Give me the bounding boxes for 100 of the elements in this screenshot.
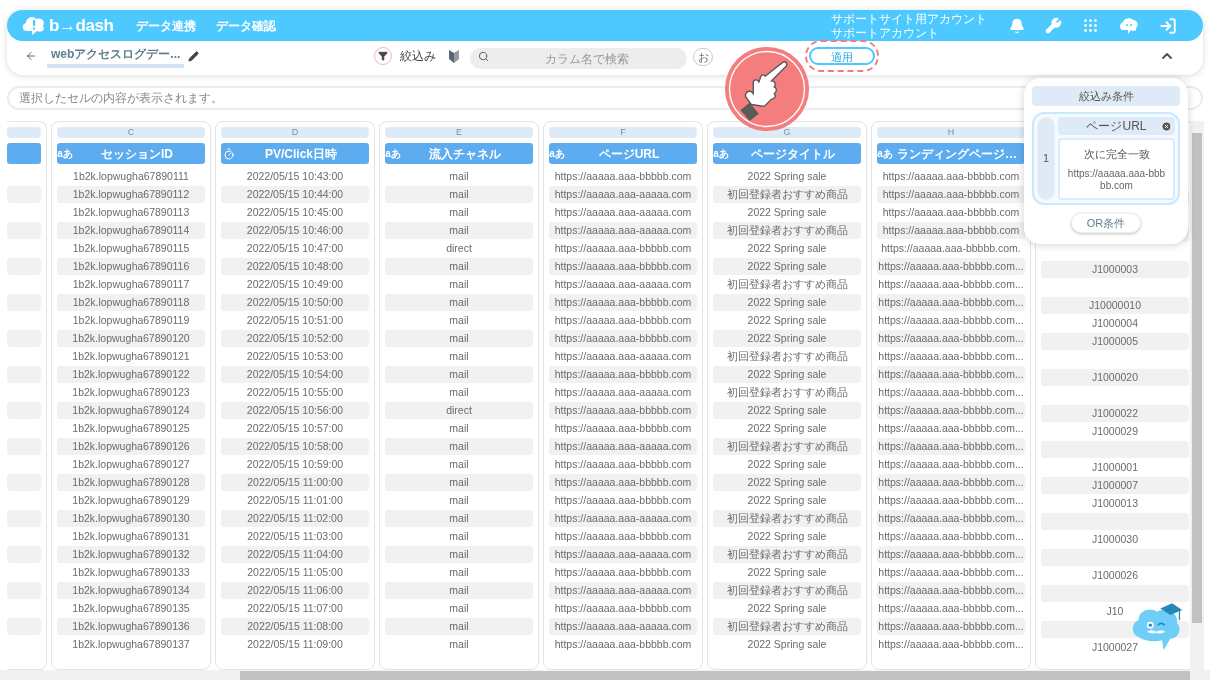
column-header[interactable]: aあ ページURL	[549, 143, 697, 164]
toolbar-button[interactable]: 適用	[809, 47, 876, 65]
table-cell: 初回登録者おすすめ商品	[713, 582, 861, 599]
table-cell-text: 1b2k.lopwugha67890137	[71, 636, 191, 652]
table-cell-text: https://aaaaa.aaa-bbbbb.com	[553, 456, 693, 472]
table-cell-text: https://aaaaa.aaa-bbbbb.com	[553, 636, 693, 652]
column-header[interactable]: aあ 流入チャネル	[385, 143, 533, 164]
table-cell: https://aaaaa.aaa-bbbbb.com	[549, 258, 697, 275]
apps-grid-icon[interactable]	[1082, 17, 1099, 34]
nav-link[interactable]: データ確認	[215, 16, 276, 35]
table-cell-text: J1000004	[1090, 315, 1140, 331]
column-header[interactable]: aあ ページタイトル	[713, 143, 861, 164]
table-cell: 2022 Spring sale	[713, 474, 861, 491]
table-cell: https://aaaaa.aaa-bbbbb.com	[877, 222, 1025, 239]
column-header[interactable]: PV/Click日時	[221, 143, 369, 164]
notification-icon[interactable]	[1009, 17, 1025, 34]
table-cell: https://aaaaa.aaa-bbbbb.com	[549, 366, 697, 383]
column-header[interactable]	[7, 143, 41, 164]
table-cell: 2022/05/15 11:06:00	[221, 582, 369, 599]
toolbar-button[interactable]: お	[693, 48, 714, 66]
chat-bot-icon[interactable]	[1119, 16, 1139, 35]
table-cell-text: mail	[448, 636, 470, 652]
table-cell-text: 2022/05/15 11:05:00	[246, 564, 344, 580]
table-cell-text: 初回登録者おすすめ商品	[725, 276, 849, 292]
text-type-icon: aあ	[385, 146, 401, 161]
table-cell: https://aaaaa.aaa-bbbbb.com	[549, 474, 697, 491]
wrench-icon[interactable]	[1045, 17, 1062, 34]
condition-operator: 次に完全一致	[1083, 146, 1150, 162]
column-letter: D	[221, 127, 369, 138]
column-header[interactable]: aあ ランディングページ…	[877, 143, 1025, 164]
table-cell: 1b2k.lopwugha67890122	[57, 366, 205, 383]
account-name: サポートサイト用アカウント	[831, 11, 987, 26]
edit-icon[interactable]	[188, 50, 200, 62]
table-cell: 2022 Spring sale	[713, 330, 861, 347]
column-header[interactable]: aあ セッションID	[57, 143, 205, 164]
sign-in-icon[interactable]	[1159, 16, 1177, 35]
table-cell: https://aaaaa.aaa-aaaaa.com	[549, 222, 697, 239]
table-cell-text: J1000029	[1090, 423, 1140, 439]
table-cell: 1b2k.lopwugha67890134	[57, 582, 205, 599]
table-cell: J10000010	[1041, 297, 1189, 314]
table-cell: 2022/05/15 11:02:00	[221, 510, 369, 527]
table-cell: J1000007	[1041, 477, 1189, 494]
table-cell-text: mail	[448, 420, 470, 436]
table-cell-text: 1b2k.lopwugha67890123	[71, 384, 191, 400]
table-cell-text: https://aaaaa.aaa-bbbbb.com	[553, 420, 693, 436]
nav-link[interactable]: データ連携	[135, 16, 196, 35]
search-icon	[478, 50, 490, 62]
table-cell-text: J10	[1105, 603, 1125, 619]
back-icon[interactable]	[25, 50, 37, 62]
table-cell-text: 2022/05/15 10:57:00	[245, 420, 345, 436]
table-cell: mail	[385, 330, 533, 347]
vertical-scrollbar[interactable]	[1190, 121, 1204, 670]
table-cell: 2022/05/15 11:08:00	[221, 618, 369, 635]
table-cell: 1b2k.lopwugha67890124	[57, 402, 205, 419]
filter-label: 絞込み	[400, 48, 437, 65]
table-cell: 2022 Spring sale	[713, 402, 861, 419]
or-condition-button[interactable]: OR条件	[1071, 213, 1141, 233]
table-cell: 1b2k.lopwugha67890136	[57, 618, 205, 635]
table-cell: 初回登録者おすすめ商品	[713, 546, 861, 563]
remove-icon[interactable]	[1161, 120, 1172, 132]
table-cell-text: 1b2k.lopwugha67890117	[71, 276, 191, 292]
table-cell-text: 2022 Spring sale	[746, 312, 828, 328]
dataset-title[interactable]: webアクセスログデー...	[47, 44, 185, 68]
table-cell: J1000020	[1041, 369, 1189, 386]
table-cell: 初回登録者おすすめ商品	[713, 222, 861, 239]
table-cell-text: 2022/05/15 10:45:00	[245, 204, 345, 220]
table-cell-text: 2022 Spring sale	[746, 636, 828, 652]
table-cell-text: mail	[448, 492, 470, 508]
table-cell-text: mail	[448, 564, 470, 580]
table-cell: 初回登録者おすすめ商品	[713, 186, 861, 203]
search-field[interactable]: カラム名で検索	[470, 48, 688, 69]
table-cell: mail	[385, 474, 533, 491]
table-cell-text: https://aaaaa.aaa-aaaaa.com	[553, 204, 693, 220]
table-cell: 初回登録者おすすめ商品	[713, 438, 861, 455]
column-letter	[7, 127, 41, 138]
table-cell-text: 1b2k.lopwugha67890121	[71, 348, 191, 364]
column-letter: H	[877, 127, 1025, 138]
logo-text: b→dash	[49, 14, 114, 37]
table-cell-text: 1b2k.lopwugha67890119	[71, 312, 191, 328]
table-cell: https://aaaaa.aaa-bbbbb.com...	[877, 294, 1025, 311]
table-cell-text: https://aaaaa.aaa-bbbbb.com	[553, 312, 693, 328]
table-cell: 1b2k.lopwugha67890128	[57, 474, 205, 491]
table-cell: 2022/05/15 11:04:00	[221, 546, 369, 563]
text-type-icon: aあ	[549, 146, 565, 161]
table-cell: https://aaaaa.aaa-bbbbb.com...	[877, 546, 1025, 563]
table-cell-text: https://aaaaa.aaa-aaaaa.com	[553, 348, 693, 364]
table-cell: 初回登録者おすすめ商品	[713, 618, 861, 635]
table-cell-text: https://aaaaa.aaa-bbbbb.com...	[877, 276, 1025, 292]
table-cell-text: 1b2k.lopwugha67890111	[72, 168, 190, 184]
table-cell: 1b2k.lopwugha67890112	[57, 186, 205, 203]
condition-column[interactable]: ページURL	[1058, 117, 1175, 135]
table-cell-text: https://aaaaa.aaa-bbbbb.com	[881, 204, 1021, 220]
column-letter: F	[549, 127, 697, 138]
condition-card[interactable]: 次に完全一致 https://aaaaa.aaa-bbbbb.com	[1058, 138, 1175, 200]
table-cell: https://aaaaa.aaa-aaaaa.com	[549, 618, 697, 635]
table-cell: mail	[385, 582, 533, 599]
table-cell-text: https://aaaaa.aaa-bbbbb.com...	[877, 492, 1025, 508]
table-cell: https://aaaaa.aaa-bbbbb.com...	[877, 258, 1025, 275]
horizontal-scrollbar[interactable]	[0, 670, 1210, 680]
table-cell-text: J1000030	[1090, 531, 1140, 547]
